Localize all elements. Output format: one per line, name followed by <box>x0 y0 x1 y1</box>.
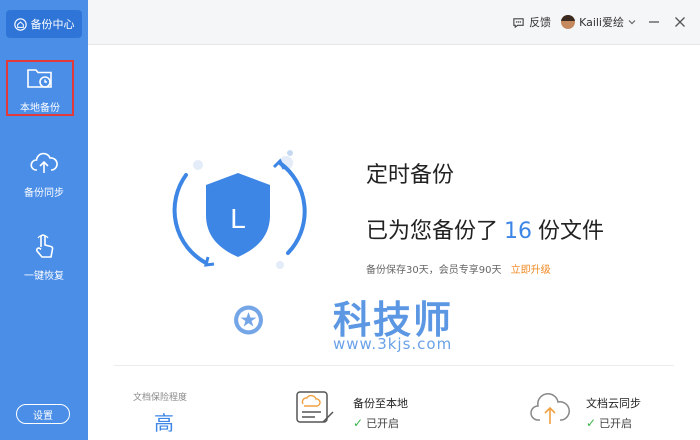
brand-label: 备份中心 <box>30 18 75 31</box>
cloud-sync-title: 文档云同步 <box>586 397 641 410</box>
chat-bubble-icon <box>513 17 524 28</box>
sidebar-item-backup-sync[interactable]: 备份同步 <box>0 143 88 203</box>
feedback-button[interactable]: 反馈 <box>512 14 551 30</box>
user-name: Kaili爱绘 <box>579 16 624 29</box>
sidebar: 备份中心 本地备份 备份同步 一键恢复 设置 <box>0 0 88 440</box>
title-bar: 反馈 Kaili爱绘 <box>88 0 700 45</box>
backup-center-button[interactable]: 备份中心 <box>6 10 82 38</box>
divider <box>114 365 674 366</box>
settings-button[interactable]: 设置 <box>16 404 70 424</box>
feedback-label: 反馈 <box>529 16 552 29</box>
close-button[interactable] <box>672 14 688 30</box>
sidebar-item-label: 一键恢复 <box>24 270 64 282</box>
avatar <box>561 15 576 29</box>
folder-clock-icon <box>27 68 52 88</box>
home-icon <box>13 17 27 31</box>
minimize-button[interactable] <box>646 14 662 30</box>
count-prefix: 已为您备份了 <box>366 219 499 244</box>
protection-level-value: 高 <box>154 411 174 435</box>
hand-pointer-icon <box>35 233 54 258</box>
main-panel: L 定时备份 已为您备份了 16 份文件 备份保存30天，会员专享90天 立即升级 … <box>88 45 700 440</box>
sidebar-item-local-backup[interactable]: 本地备份 <box>6 60 74 116</box>
backup-count-line: 已为您备份了 16 份文件 <box>366 213 604 245</box>
check-icon: ✓ <box>586 416 597 430</box>
star-logo-icon <box>234 305 263 335</box>
local-backup-title: 备份至本地 <box>353 397 408 410</box>
sidebar-item-label: 备份同步 <box>24 187 64 199</box>
backup-count: 16 <box>504 219 533 244</box>
cloud-upload-icon <box>30 152 58 173</box>
count-suffix: 份文件 <box>538 219 605 244</box>
cloud-sync-status-label: 已开启 <box>599 417 633 430</box>
sidebar-item-one-click-restore[interactable]: 一键恢复 <box>0 226 88 286</box>
protection-level-label: 文档保险程度 <box>133 393 188 403</box>
sidebar-item-label: 本地备份 <box>20 102 60 114</box>
watermark-url: www.3kjs.com <box>333 335 453 353</box>
cloud-upload-icon <box>530 393 570 424</box>
local-backup-status-label: 已开启 <box>366 417 400 430</box>
user-menu[interactable]: Kaili爱绘 <box>561 14 636 30</box>
page-title: 定时备份 <box>366 163 455 188</box>
check-icon: ✓ <box>353 416 364 430</box>
close-icon <box>675 17 685 27</box>
shield-sync-icon: L <box>172 150 307 269</box>
cloud-sync-status: ✓ 已开启 <box>586 415 632 431</box>
upgrade-link[interactable]: 立即升级 <box>511 265 551 276</box>
title-bar-controls: 反馈 Kaili爱绘 <box>512 0 688 44</box>
local-backup-status: ✓ 已开启 <box>353 415 399 431</box>
retention-text: 备份保存30天，会员专享90天 <box>366 265 502 276</box>
chevron-down-icon <box>628 20 636 25</box>
shield-letter: L <box>230 203 246 234</box>
minimize-icon <box>649 21 659 23</box>
document-cloud-icon <box>296 391 334 423</box>
retention-line: 备份保存30天，会员专享90天 立即升级 <box>366 261 551 276</box>
